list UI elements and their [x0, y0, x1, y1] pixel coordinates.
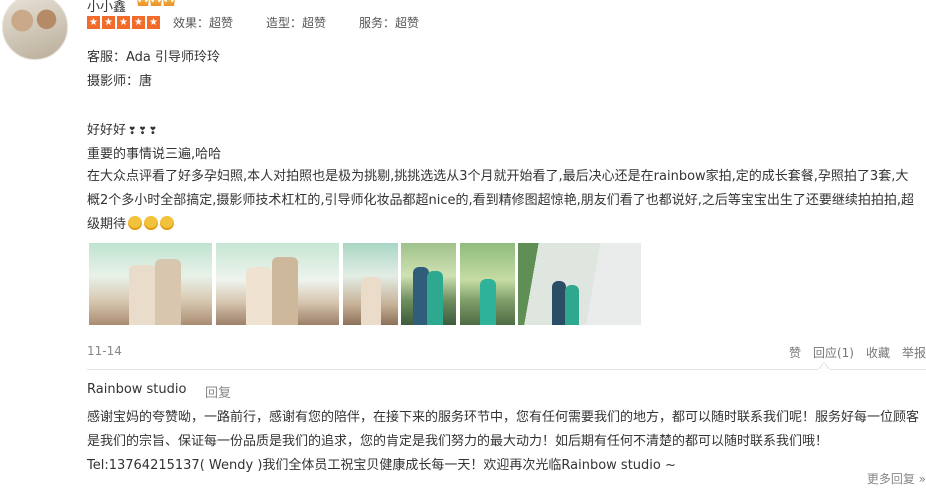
review-photo-6[interactable]: [518, 243, 641, 325]
review-actions: 赞 回应(1) 收藏 举报: [777, 344, 926, 361]
username[interactable]: 小小鑫: [87, 0, 126, 15]
review-photo-2[interactable]: [216, 243, 339, 325]
photo-figure: [155, 259, 181, 325]
reply-author[interactable]: Rainbow studio: [87, 382, 186, 397]
photo-figure: [129, 265, 157, 325]
review-body-text: 在大众点评看了好多孕妇照,本人对拍照也是极为挑剔,挑挑选选从3个月就开始看了,最…: [87, 169, 915, 232]
rating-service: 服务：超赞: [359, 16, 420, 30]
star-icon: ★: [102, 16, 115, 29]
vip-crown-icons: [137, 0, 175, 6]
star-icon: ★: [87, 16, 100, 29]
user-avatar[interactable]: [2, 0, 68, 60]
review-body: 在大众点评看了好多孕妇照,本人对拍照也是极为挑剔,挑挑选选从3个月就开始看了,最…: [87, 165, 917, 237]
favorite-button[interactable]: 收藏: [866, 344, 890, 361]
review-photo-5[interactable]: [460, 243, 515, 325]
rating-styling: 造型：超赞: [266, 16, 327, 30]
review-photo-4[interactable]: [401, 243, 456, 325]
review-photo-1[interactable]: [89, 243, 212, 325]
grin-emoji-icon: [160, 216, 175, 230]
grin-emoji-icon: [144, 216, 159, 230]
service-staff-line: 客服：Ada 引导师玲玲: [87, 50, 221, 65]
reply-button[interactable]: 回复: [205, 382, 231, 401]
reply-text: 感谢宝妈的夸赞呦，一路前行，感谢有您的陪伴，在接下来的服务环节中，您有任何需要我…: [87, 410, 920, 473]
reply-pointer: [818, 362, 830, 370]
crown-icon: [137, 0, 149, 6]
emoji-icon: ❣: [128, 126, 137, 137]
star-rating: ★ ★ ★ ★ ★: [87, 16, 160, 29]
sub-ratings: 效果：超赞 造型：超赞 服务：超赞: [173, 14, 452, 31]
review-line-1: 好好好 ❣ ❣ ❣: [87, 119, 157, 138]
report-button[interactable]: 举报: [902, 344, 926, 361]
more-replies-link[interactable]: 更多回复 »: [867, 470, 926, 487]
reply-count-button[interactable]: 回应(1): [813, 344, 854, 361]
review-photo-3[interactable]: [343, 243, 398, 325]
grin-emoji-icon: [128, 216, 143, 230]
photo-figure: [272, 257, 298, 325]
photographer-line: 摄影师：唐: [87, 74, 153, 89]
review-line-2: 重要的事情说三遍,哈哈: [87, 147, 222, 162]
photo-figure: [480, 279, 496, 325]
emoji-icon: ❣: [138, 126, 147, 137]
photo-figure: [565, 285, 579, 325]
review-line-1-text: 好好好: [87, 123, 127, 138]
photo-figure: [552, 281, 566, 325]
photo-figure: [246, 267, 272, 325]
photo-figure: [427, 271, 443, 325]
rating-effect: 效果：超赞: [173, 16, 234, 30]
star-icon: ★: [117, 16, 130, 29]
crown-icon: [163, 0, 175, 6]
emoji-icon: ❣: [148, 126, 158, 137]
like-button[interactable]: 赞: [789, 344, 801, 361]
star-icon: ★: [132, 16, 145, 29]
crown-icon: [150, 0, 162, 6]
review-date: 11-14: [87, 344, 122, 358]
star-icon: ★: [147, 16, 160, 29]
reply-divider: [87, 369, 926, 370]
photo-figure: [361, 277, 381, 325]
